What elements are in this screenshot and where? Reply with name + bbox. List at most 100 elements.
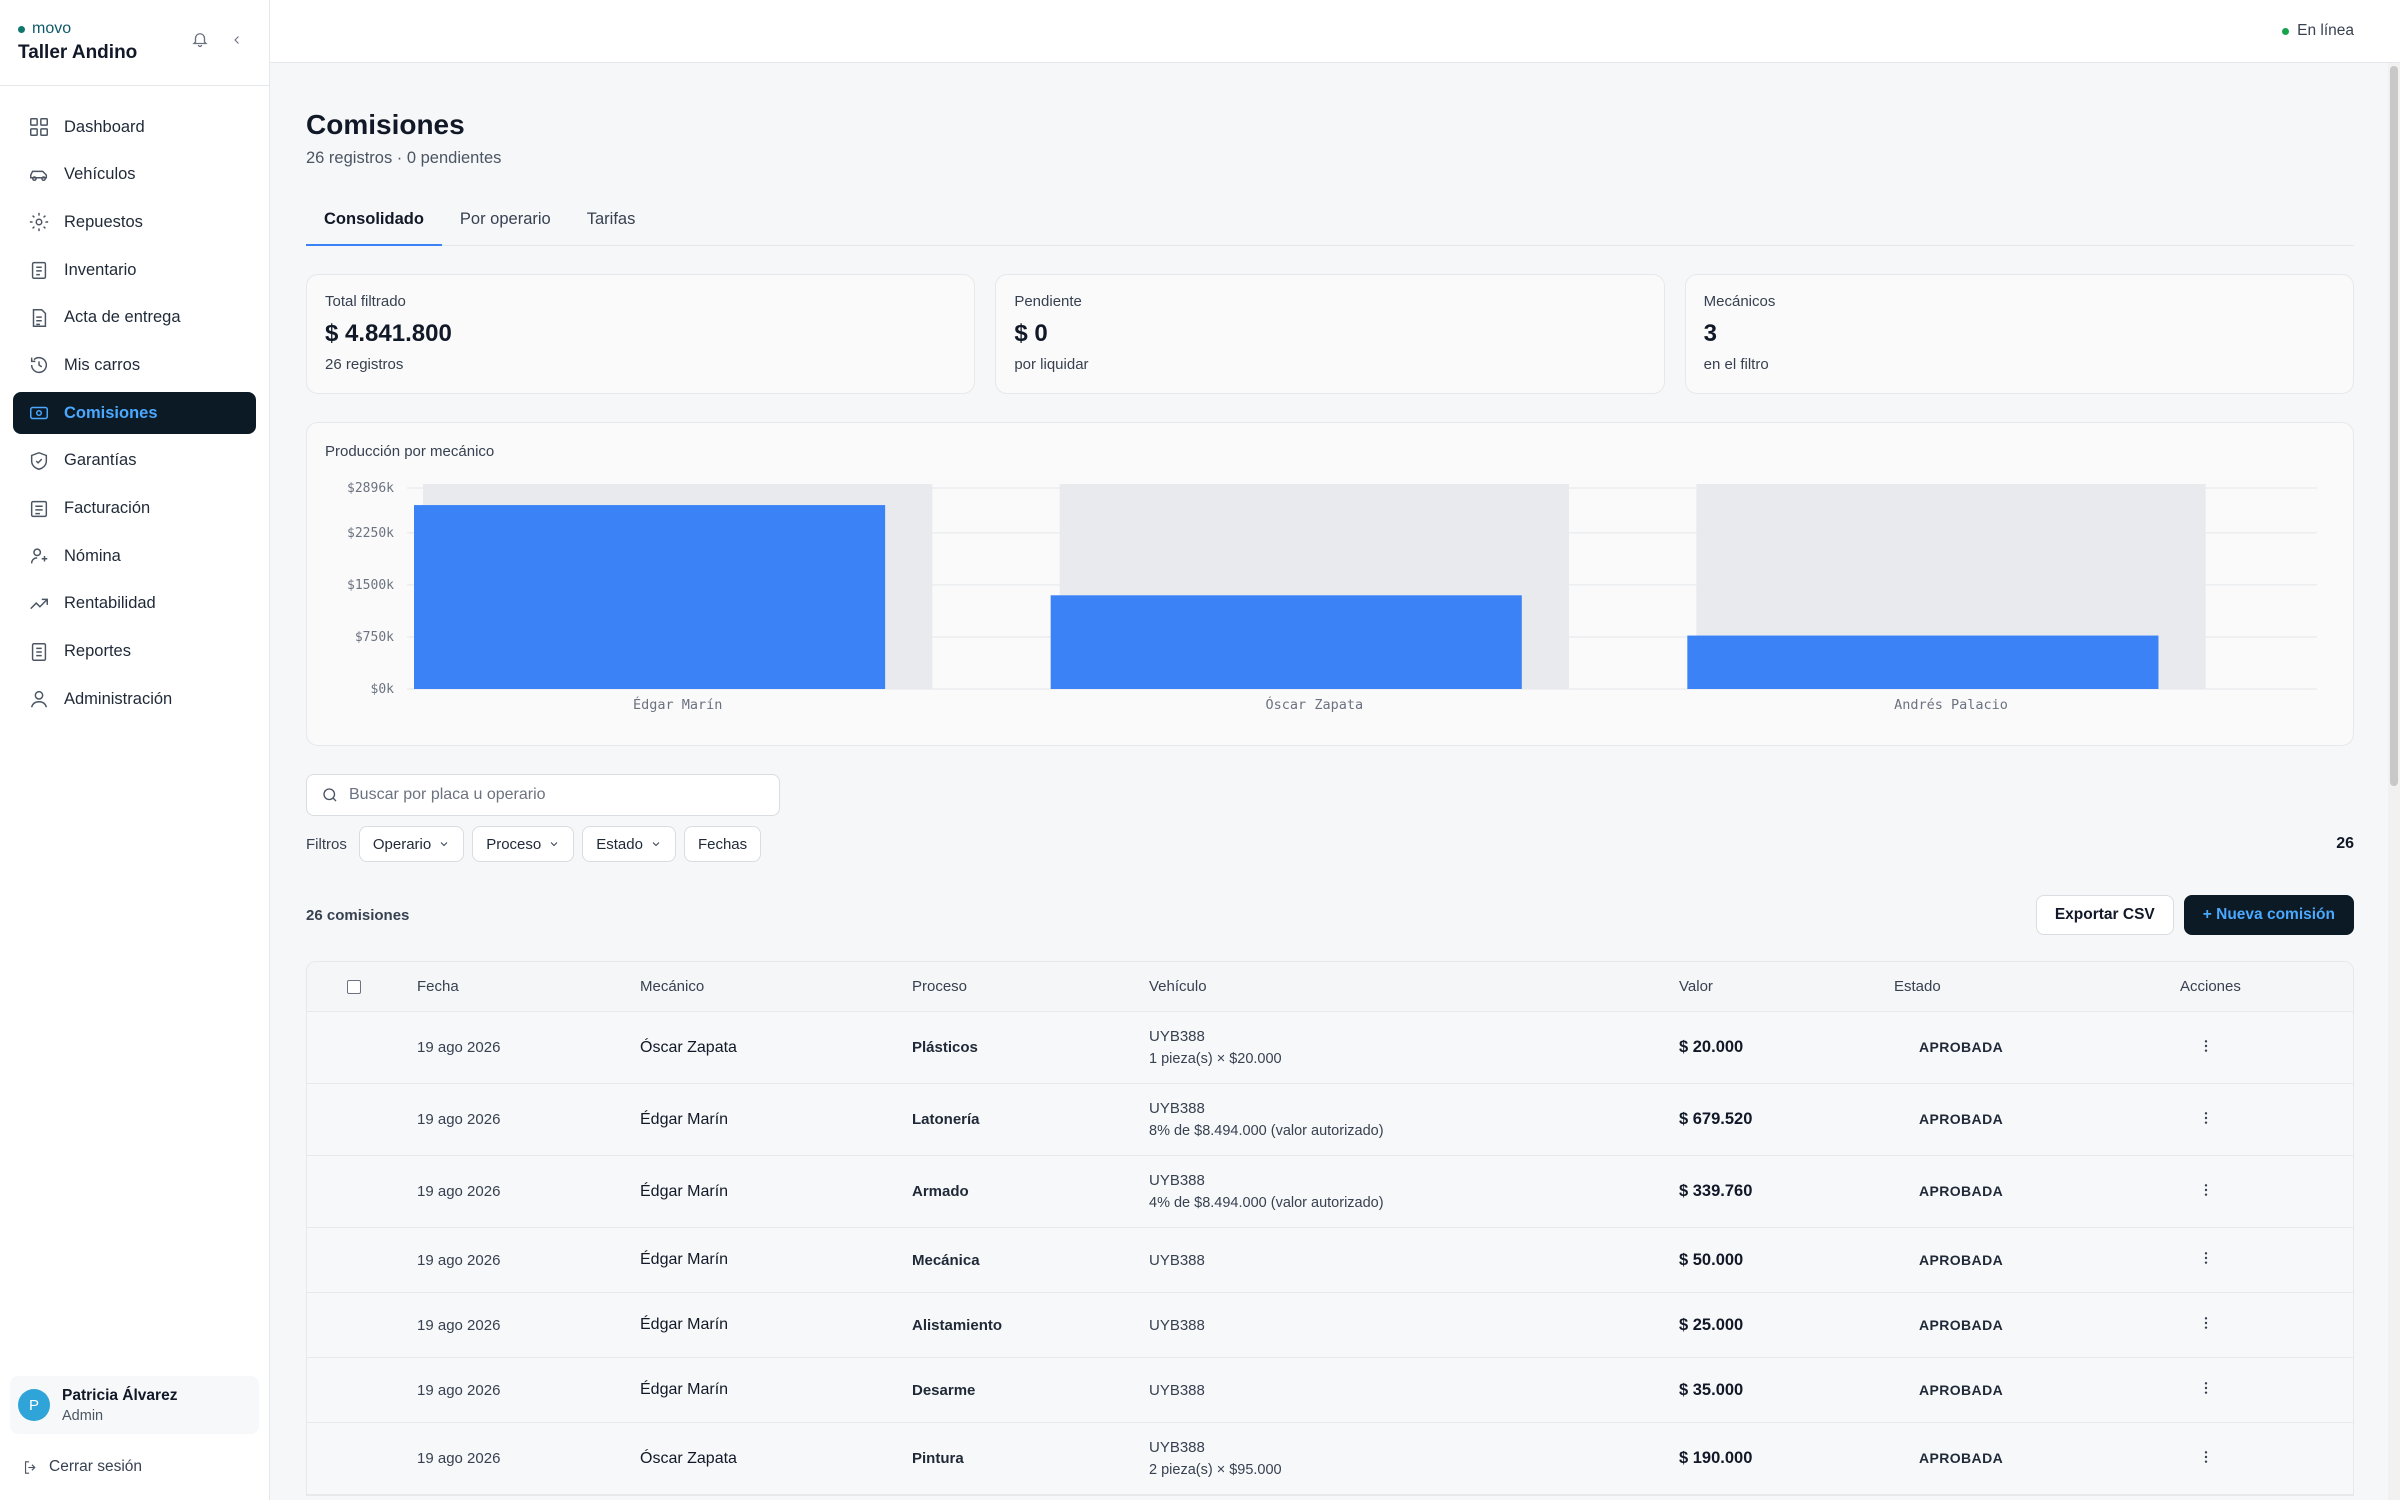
list-count: 26 comisiones	[306, 906, 410, 924]
filters-bar: Filtros Operario Proceso Estado Fechas 26	[306, 825, 2354, 863]
more-actions-icon[interactable]	[2198, 1110, 2214, 1126]
more-actions-icon[interactable]	[2198, 1182, 2214, 1198]
sidebar-item-label: Garantías	[64, 451, 137, 470]
table-row[interactable]: 19 ago 2026 Édgar Marín Mecánica UYB388 $ 50…	[307, 1228, 2353, 1293]
sidebar-item-nomina[interactable]: Nómina	[13, 535, 256, 577]
user-card[interactable]: P Patricia Álvarez Admin	[10, 1376, 259, 1434]
search-box[interactable]	[306, 774, 780, 816]
sidebar-item-rentabilidad[interactable]: Rentabilidad	[13, 583, 256, 625]
cell-valor: $ 50.000	[1679, 1250, 1744, 1269]
search-input[interactable]	[349, 786, 749, 804]
sidebar-item-acta-de-entrega[interactable]: Acta de entrega	[13, 297, 256, 339]
vehicle-plate: UYB388	[1149, 1381, 1205, 1399]
vehicle-plate: UYB388	[1149, 1172, 1205, 1189]
scrollbar-thumb[interactable]	[2390, 66, 2398, 786]
x-tick-label: Édgar Marín	[633, 696, 722, 713]
gear-icon	[29, 213, 49, 232]
history-icon	[30, 357, 48, 374]
cell-mecanico: Édgar Marín	[640, 1251, 729, 1268]
sidebar-item-reportes[interactable]: Reportes	[13, 631, 256, 673]
logout-button[interactable]: Cerrar sesión	[22, 1458, 142, 1476]
topbar: En línea	[270, 0, 2400, 63]
cell-proceso: Pintura	[912, 1450, 964, 1467]
cell-mecanico: Édgar Marín	[640, 1110, 729, 1128]
sidebar-item-repuestos[interactable]: Repuestos	[13, 201, 256, 243]
cell-fecha: 19 ago 2026	[417, 1450, 501, 1467]
trend-icon	[30, 598, 48, 609]
connection-status: En línea	[2282, 22, 2354, 40]
more-actions-icon[interactable]	[2198, 1380, 2214, 1396]
sidebar-item-vehiculos[interactable]: Vehículos	[13, 154, 256, 196]
filter-label: Fechas	[697, 835, 748, 853]
sidebar-item-facturacion[interactable]: Facturación	[13, 488, 256, 530]
more-actions-icon[interactable]	[2198, 1315, 2214, 1331]
invoice-icon	[30, 500, 48, 517]
sidebar-item-administracion[interactable]: Administración	[13, 678, 256, 720]
bar	[414, 505, 886, 689]
select-all-checkbox[interactable]	[347, 979, 361, 994]
summary-card: Mecánicos 3 en el filtro	[1684, 274, 2354, 394]
user-money-icon	[30, 548, 48, 564]
table-row[interactable]: 19 ago 2026 Édgar Marín Armado UYB388 4% de …	[307, 1156, 2353, 1228]
filter-estado[interactable]: Estado	[582, 826, 676, 862]
tab-por-operario[interactable]: Por operario	[442, 206, 569, 246]
table-row[interactable]: 19 ago 2026 Édgar Marín Latonería UYB388 8% …	[307, 1084, 2353, 1156]
cell-proceso: Alistamiento	[912, 1316, 1003, 1334]
sidebar-item-dashboard[interactable]: Dashboard	[13, 106, 256, 148]
column-header-fecha[interactable]: Fecha	[417, 978, 640, 995]
sidebar-item-comisiones[interactable]: Comisiones	[13, 392, 256, 435]
status-badge: APROBADA	[1919, 1450, 2004, 1466]
filters-label: Filtros	[306, 835, 347, 853]
user-role: Admin	[62, 1407, 104, 1424]
sidebar-item-label: Vehículos	[64, 165, 136, 184]
column-header-proceso[interactable]: Proceso	[912, 978, 1149, 995]
more-actions-icon[interactable]	[2198, 1250, 2214, 1266]
y-tick-label: $2896k	[347, 481, 394, 496]
brand-small-label: movo	[32, 20, 72, 37]
x-tick-label: Óscar Zapata	[1266, 695, 1364, 713]
column-header-vehiculo[interactable]: Vehículo	[1149, 978, 1679, 995]
new-commission-button[interactable]: + Nueva comisión	[2183, 895, 2354, 935]
more-actions-icon[interactable]	[2198, 1038, 2214, 1054]
vehicle-plate: UYB388	[1149, 1028, 1205, 1045]
more-actions-icon[interactable]	[2198, 1449, 2214, 1465]
cell-fecha: 19 ago 2026	[417, 1111, 501, 1128]
cell-valor: $ 35.000	[1679, 1380, 1744, 1399]
column-header-valor[interactable]: Valor	[1679, 978, 1894, 995]
sidebar-item-label: Mis carros	[64, 355, 141, 374]
bell-icon[interactable]	[191, 30, 209, 53]
table-row[interactable]: 19 ago 2026 Édgar Marín Alistamiento UYB388…	[307, 1293, 2353, 1358]
sidebar-item-garantias[interactable]: Garantías	[13, 440, 256, 482]
column-header-estado[interactable]: Estado	[1894, 978, 2180, 995]
filter-fechas[interactable]: Fechas	[683, 826, 762, 862]
table-body: 19 ago 2026 Óscar Zapata Plásticos UYB388 1 …	[307, 1012, 2353, 1495]
vehicle-detail: 4% de $8.494.000 (valor autorizado)	[1149, 1195, 1384, 1211]
cell-fecha: 19 ago 2026	[417, 1316, 501, 1334]
bar	[1687, 635, 2159, 689]
table-row[interactable]: 19 ago 2026 Édgar Marín Desarme UYB388 $ 35.…	[307, 1358, 2353, 1423]
cell-vehiculo: UYB388 1 pieza(s) × $20.000	[1149, 1028, 1679, 1067]
sidebar-item-label: Administración	[64, 689, 173, 708]
filter-operario[interactable]: Operario	[358, 826, 465, 862]
sidebar-item-inventario[interactable]: Inventario	[13, 249, 256, 291]
vehicle-detail: 1 pieza(s) × $20.000	[1149, 1051, 1282, 1067]
filter-proceso[interactable]: Proceso	[472, 826, 575, 862]
collapse-sidebar-icon[interactable]	[231, 33, 243, 51]
export-csv-button[interactable]: Exportar CSV	[2035, 895, 2174, 935]
sidebar-item-label: Nómina	[64, 546, 121, 565]
table-row[interactable]: 19 ago 2026 Óscar Zapata Plásticos UYB388 1 …	[307, 1012, 2353, 1084]
main-area: En línea Comisiones 26 registros · 0 pen…	[270, 0, 2400, 1500]
sidebar-nav: Dashboard Vehículos Repuestos Inventario Act…	[0, 86, 269, 726]
cell-vehiculo: UYB388	[1149, 1317, 1679, 1334]
sidebar-item-mis-carros[interactable]: Mis carros	[13, 344, 256, 386]
card-sub: 26 registros	[325, 356, 404, 373]
table-row[interactable]: 19 ago 2026 Óscar Zapata Pintura UYB388 2 pi…	[307, 1423, 2353, 1495]
production-chart: $0k $750k $1500k $2250k $2896k Édgar Marín Ósc…	[347, 481, 2317, 713]
cell-vehiculo: UYB388	[1149, 1382, 1679, 1399]
cell-mecanico: Óscar Zapata	[640, 1449, 737, 1467]
tab-consolidado[interactable]: Consolidado	[306, 206, 442, 246]
list-header: 26 comisiones Exportar CSV + Nueva comis…	[306, 895, 2354, 935]
column-header-mecanico[interactable]: Mecánico	[640, 978, 912, 995]
cell-vehiculo: UYB388 8% de $8.494.000 (valor autorizado…	[1149, 1100, 1679, 1139]
tab-tarifas[interactable]: Tarifas	[569, 206, 654, 246]
